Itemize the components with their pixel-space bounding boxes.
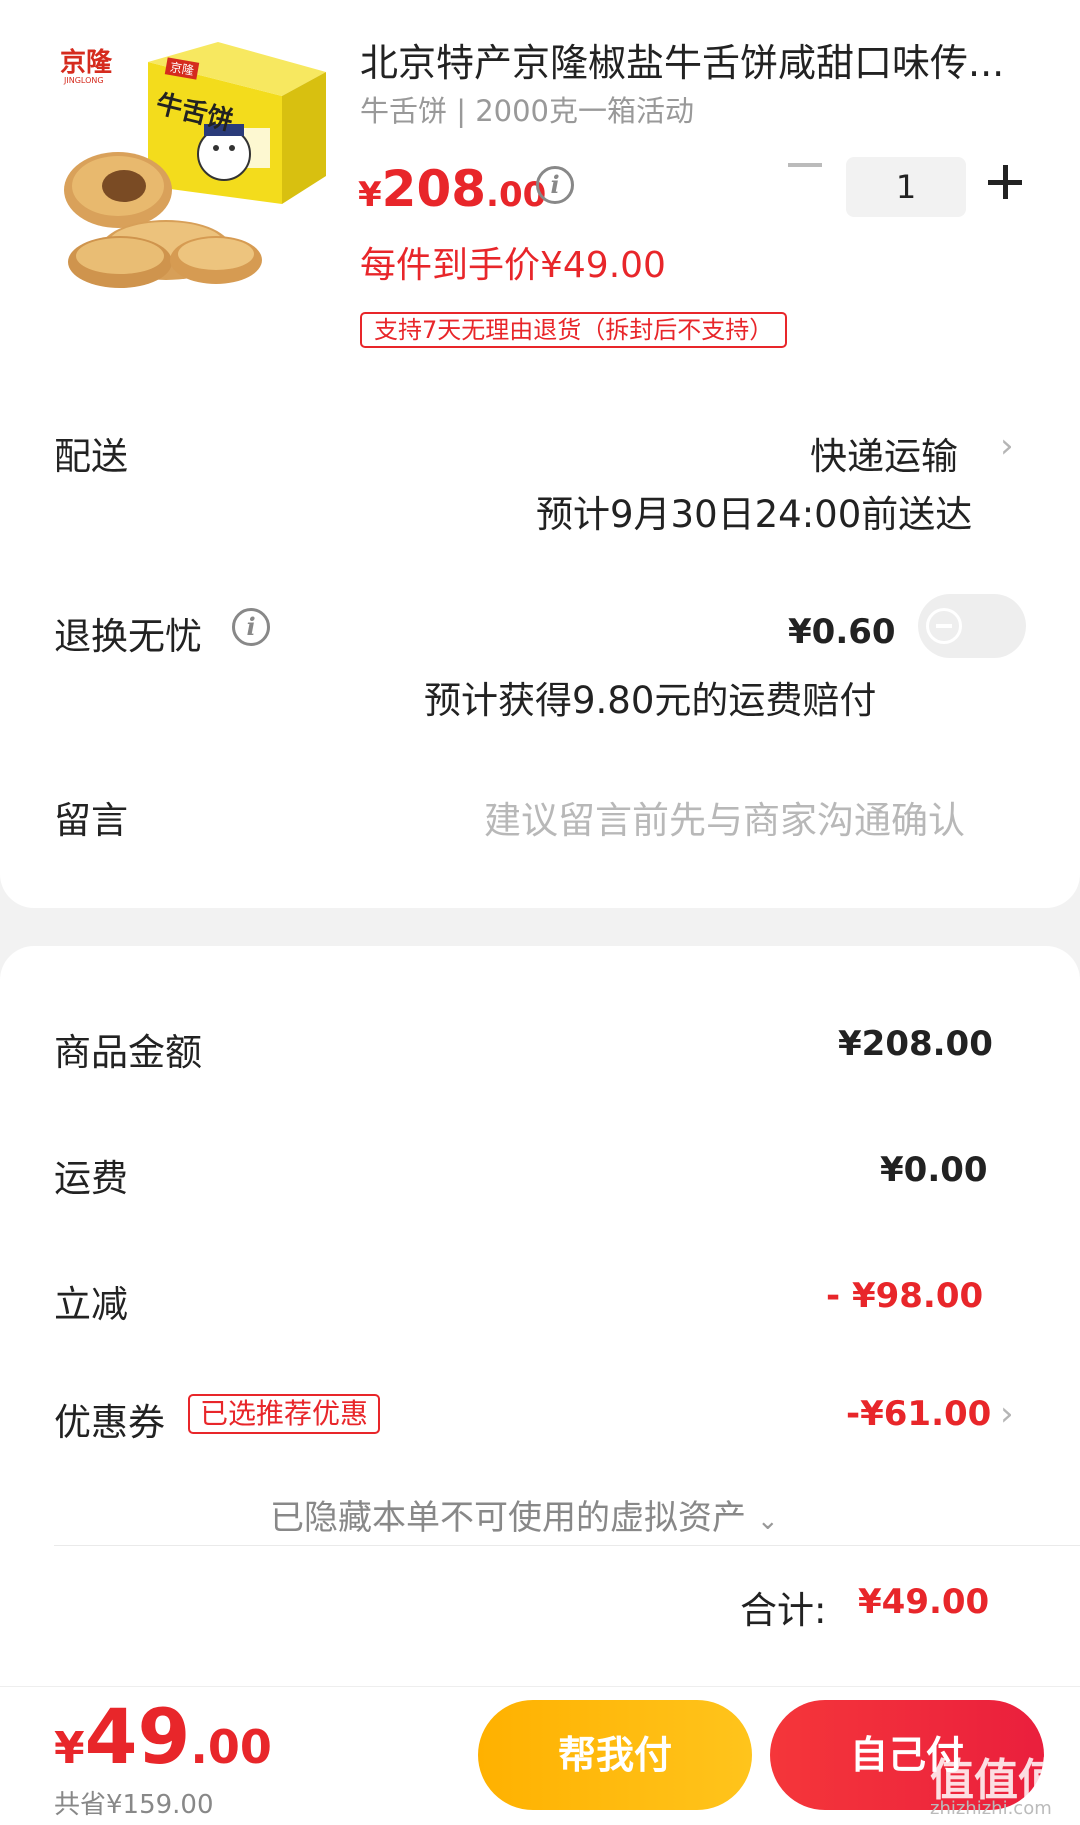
goods-amount-value: ¥208.00 (838, 1024, 993, 1064)
coupon-value[interactable]: -¥61.00 (846, 1394, 991, 1434)
product-title[interactable]: 北京特产京隆椒盐牛舌饼咸甜口味传... (360, 32, 1020, 87)
product-image[interactable]: 京隆 JINGLONG 京隆 牛舌饼 (56, 36, 326, 306)
return-insurance-info-button[interactable]: i (232, 608, 270, 646)
return-insurance-price: ¥0.60 (788, 612, 896, 652)
delivery-label: 配送 (54, 435, 128, 478)
info-circle-icon: i (536, 166, 574, 204)
return-insurance-label: 退换无忧 (54, 615, 202, 658)
goods-amount-label: 商品金额 (54, 1031, 202, 1074)
divider (54, 1545, 1080, 1546)
price-currency: ¥ (358, 175, 382, 215)
checkout-currency: ¥ (54, 1723, 85, 1774)
chevron-down-icon: ⌄ (756, 1506, 779, 1536)
quantity-input[interactable]: 1 (846, 157, 966, 217)
watermark-url: zhizhizhi.com (930, 1798, 1052, 1819)
shipping-label: 运费 (54, 1157, 128, 1200)
hidden-assets-toggle[interactable]: 已隐藏本单不可使用的虚拟资产 ⌄ (270, 1490, 779, 1539)
product-spec: 牛舌饼 | 2000克一箱活动 (360, 94, 695, 128)
brand-logo-subtext: JINGLONG (64, 76, 104, 85)
message-label: 留言 (54, 799, 128, 842)
delivery-eta: 预计9月30日24:00前送达 (536, 493, 973, 536)
coupon-label: 优惠券 (54, 1401, 165, 1444)
chevron-right-icon[interactable]: › (1000, 1394, 1014, 1434)
info-circle-icon: i (232, 608, 270, 646)
product-price: ¥208.00 (358, 160, 546, 218)
return-insurance-note: 预计获得9.80元的运费赔付 (424, 679, 877, 722)
total-value: ¥49.00 (858, 1582, 990, 1622)
checkout-price-decimal: .00 (190, 1720, 272, 1774)
shipping-value: ¥0.00 (880, 1150, 988, 1190)
delivery-method[interactable]: 快递运输 (810, 426, 958, 480)
chevron-right-icon[interactable]: › (1000, 426, 1014, 466)
quantity-decrease-button[interactable] (788, 163, 822, 167)
toggle-knob (926, 608, 962, 644)
message-input[interactable]: 建议留言前先与商家沟通确认 (484, 790, 965, 844)
coupon-recommended-tag: 已选推荐优惠 (188, 1394, 381, 1434)
checkout-price: ¥49.00 (54, 1692, 272, 1781)
price-integer: 208 (381, 160, 487, 218)
total-label: 合计: (740, 1589, 827, 1632)
total-saved-label: 共省¥159.00 (54, 1790, 214, 1820)
help-me-pay-button[interactable]: 帮我付 (478, 1700, 752, 1810)
checkout-price-integer: 49 (84, 1692, 191, 1781)
discount-label: 立减 (54, 1283, 128, 1326)
unit-price-label: 每件到手价¥49.00 (360, 245, 666, 286)
discount-value: - ¥98.00 (826, 1276, 984, 1316)
return-insurance-toggle[interactable] (918, 594, 1026, 658)
hidden-assets-label: 已隐藏本单不可使用的虚拟资产 (270, 1498, 746, 1538)
brand-logo-text: 京隆 (60, 48, 113, 78)
price-info-button[interactable]: i (536, 166, 574, 204)
return-policy-tag: 支持7天无理由退货（拆封后不支持） (360, 312, 788, 348)
quantity-increase-button[interactable] (988, 165, 1022, 199)
